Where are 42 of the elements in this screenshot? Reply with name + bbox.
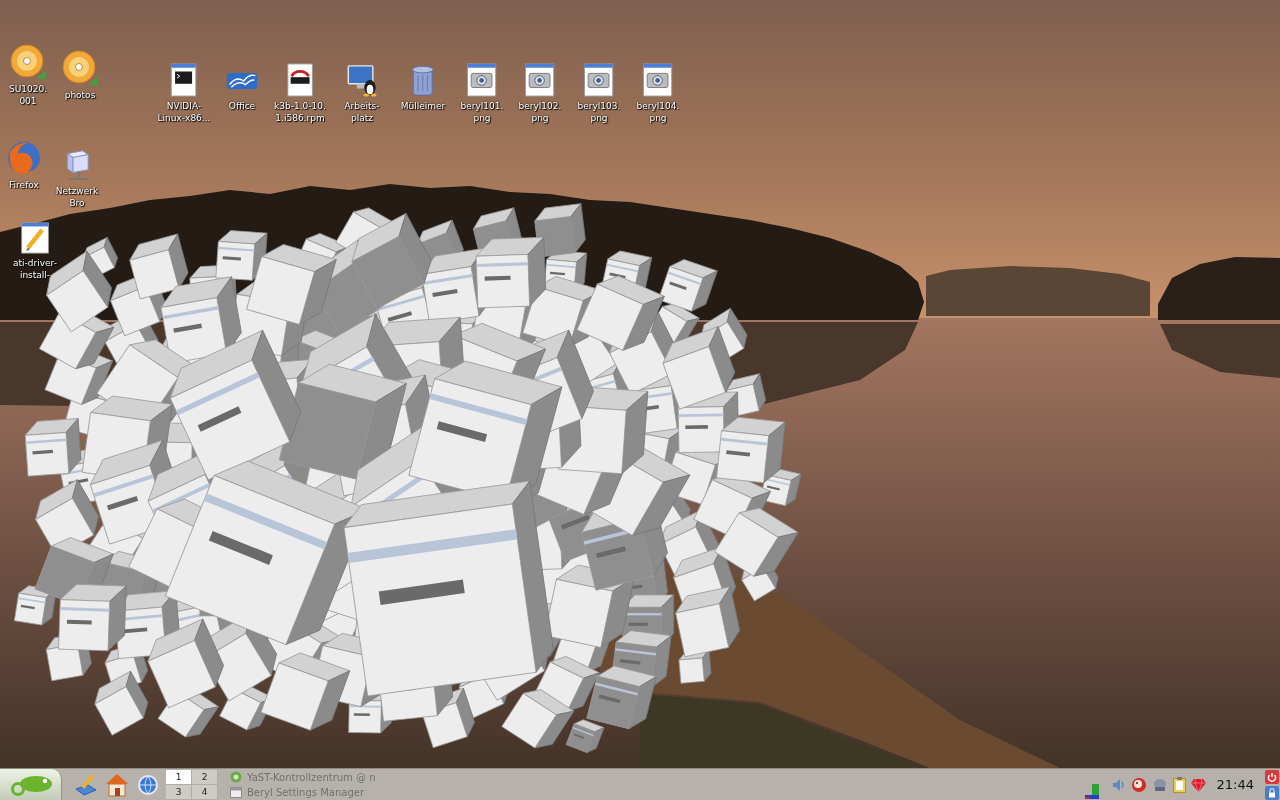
- image-file-icon[interactable]: [641, 63, 675, 97]
- desktop-shortcut[interactable]: beryl103. png: [577, 63, 621, 124]
- eye-icon[interactable]: [1130, 776, 1147, 793]
- desktop-shortcut[interactable]: NVIDIA- Linux-x86...: [157, 63, 211, 124]
- pencil-file-icon[interactable]: [19, 222, 51, 254]
- image-file-icon[interactable]: [582, 63, 616, 97]
- power-icon[interactable]: [1265, 769, 1279, 784]
- start-button[interactable]: [0, 769, 62, 800]
- computer-icon[interactable]: [345, 63, 379, 97]
- cube: [534, 203, 586, 258]
- taskbar-task[interactable]: Beryl Settings Manager: [228, 784, 380, 800]
- pager-desktop-button[interactable]: 2: [192, 769, 218, 785]
- globe-icon[interactable]: [136, 772, 160, 797]
- desktop-shortcut[interactable]: Firefox: [6, 140, 42, 191]
- desktop-shortcut[interactable]: beryl102. png: [518, 63, 562, 124]
- desktop-shortcut[interactable]: beryl104. png: [636, 63, 680, 124]
- desktop-shortcut[interactable]: photos: [62, 50, 98, 101]
- desktop-shortcut[interactable]: Netzwerk Bro: [55, 148, 99, 209]
- lock-icon[interactable]: [1265, 785, 1279, 800]
- image-file-icon[interactable]: [523, 63, 557, 97]
- image-file-icon[interactable]: [465, 63, 499, 97]
- home-icon[interactable]: [105, 772, 129, 797]
- pager-desktop-button[interactable]: 1: [166, 769, 192, 785]
- clock: 21:44: [1216, 777, 1254, 792]
- desktop-shortcut[interactable]: beryl101. png: [460, 63, 504, 124]
- desktop-shortcut[interactable]: k3b-1.0-10. 1.i586.rpm: [274, 63, 326, 124]
- disc-icon[interactable]: [62, 50, 98, 86]
- desk-pencil-icon[interactable]: [74, 772, 98, 797]
- disc-icon[interactable]: [10, 44, 46, 80]
- cube: [129, 233, 189, 300]
- desktop-shortcut[interactable]: SU1020. 001: [8, 44, 48, 107]
- desktop-shortcut[interactable]: ati-driver- install-: [13, 222, 57, 281]
- clipboard-icon[interactable]: [1172, 776, 1186, 793]
- taskbar-task[interactable]: YaST-Kontrollzentrum @ n: [228, 769, 380, 785]
- desktop-shortcut[interactable]: Arbeits- platz: [344, 63, 380, 124]
- gem-icon[interactable]: [1190, 777, 1206, 792]
- bar-meter-icon: [1084, 784, 1099, 799]
- dome-icon[interactable]: [1151, 777, 1168, 792]
- desktop-shortcut[interactable]: Mülleimer: [400, 63, 446, 112]
- desktop-shortcut[interactable]: Office: [226, 65, 258, 112]
- round-app-icon: [230, 771, 242, 783]
- cube: [94, 670, 149, 736]
